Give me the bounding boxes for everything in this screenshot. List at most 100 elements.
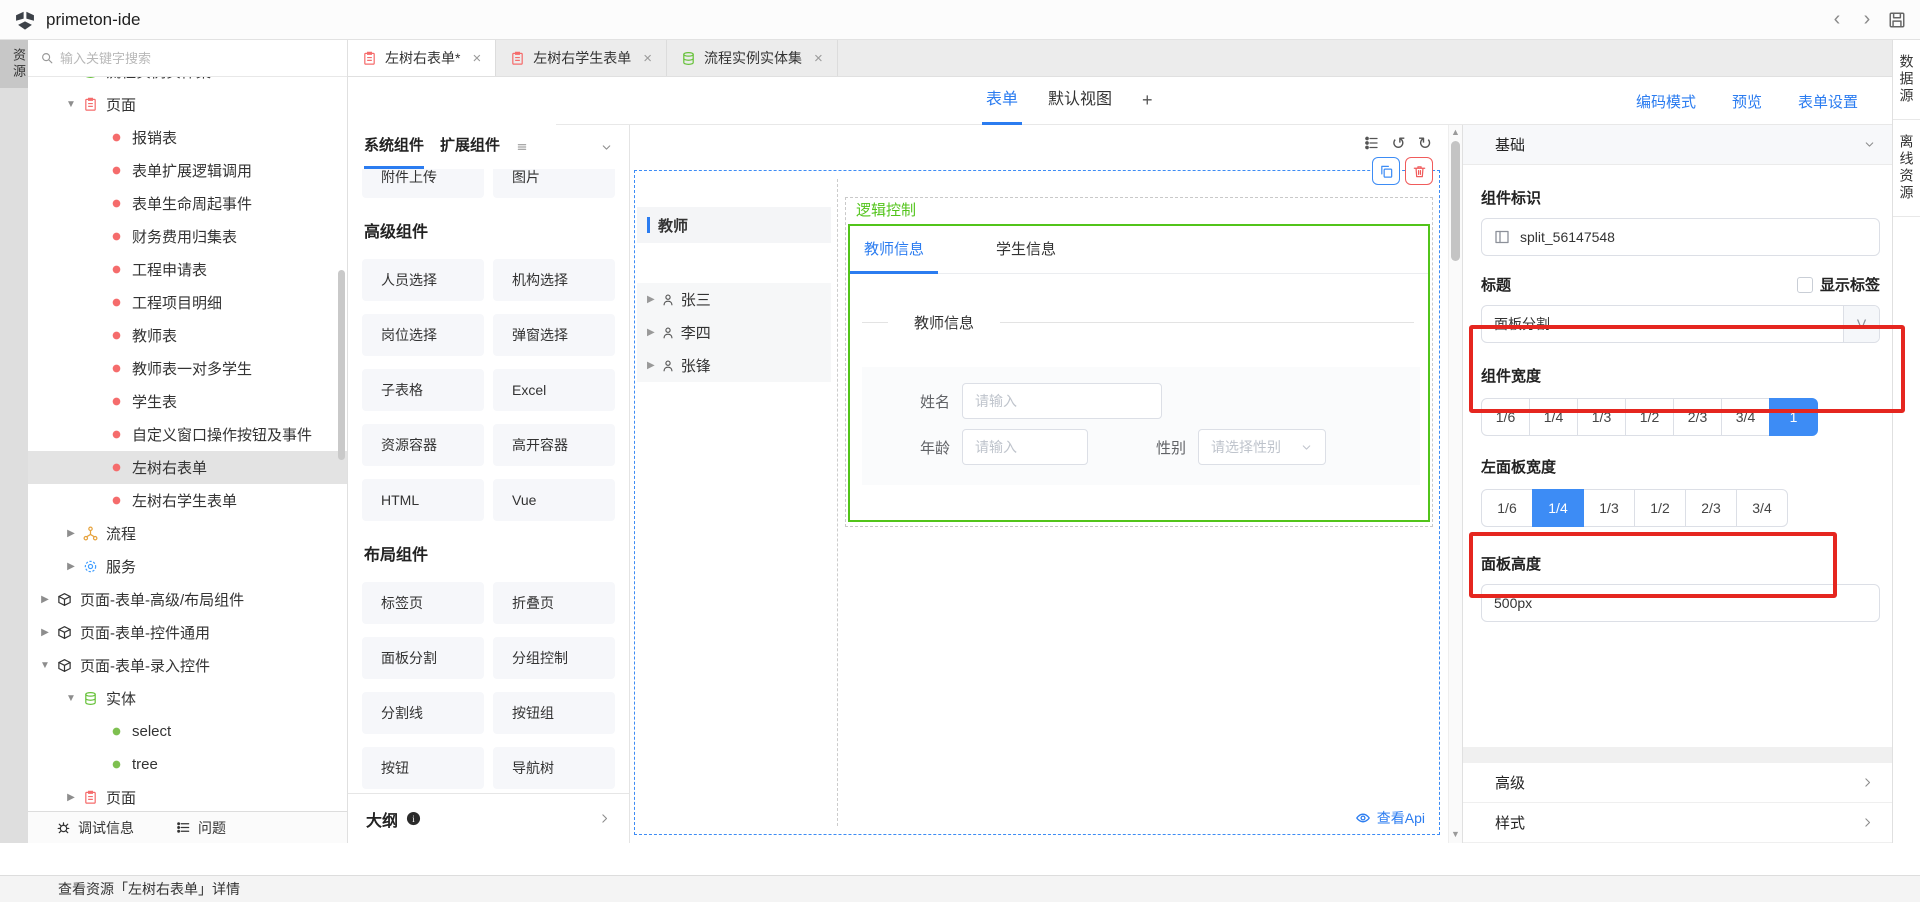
- component-width-option-1/2[interactable]: 1/2: [1625, 398, 1674, 436]
- doc-tab-左树右表单[interactable]: 左树右表单*×: [348, 40, 496, 76]
- palette-item-按钮组[interactable]: 按钮组: [493, 692, 615, 734]
- palette-tab-system[interactable]: 系统组件: [364, 125, 424, 169]
- palette-item-高开容器[interactable]: 高开容器: [493, 424, 615, 466]
- palette-item-附件上传[interactable]: 附件上传: [362, 169, 484, 198]
- view-api-link[interactable]: 查看Api: [1355, 808, 1425, 828]
- props-section-高级[interactable]: 高级: [1463, 763, 1892, 803]
- props-section-样式[interactable]: 样式: [1463, 803, 1892, 843]
- tree-item-页面[interactable]: ▼页面: [28, 88, 347, 121]
- gender-select[interactable]: 请选择性别: [1198, 429, 1326, 465]
- props-section-header[interactable]: 基础: [1463, 125, 1892, 165]
- palette-item-HTML[interactable]: HTML: [362, 479, 484, 521]
- palette-collapse-chevron-icon[interactable]: [600, 141, 613, 154]
- caret-right-icon[interactable]: ▶: [647, 360, 655, 371]
- palette-item-子表格[interactable]: 子表格: [362, 369, 484, 411]
- tree-item-select[interactable]: select: [28, 715, 347, 748]
- show-label-checkbox[interactable]: [1797, 277, 1813, 293]
- canvas-scrollbar-thumb[interactable]: [1451, 141, 1460, 261]
- undo-icon[interactable]: ↺: [1392, 135, 1406, 152]
- close-icon[interactable]: ×: [643, 50, 652, 67]
- delete-component-button[interactable]: [1405, 157, 1433, 185]
- palette-item-机构选择[interactable]: 机构选择: [493, 259, 615, 301]
- save-icon[interactable]: [1888, 11, 1906, 29]
- component-id-input[interactable]: split_56147548: [1481, 218, 1880, 256]
- age-input[interactable]: [962, 429, 1088, 465]
- scroll-up-arrow[interactable]: ▲: [1449, 127, 1462, 137]
- show-label-toggle[interactable]: 显示标签: [1797, 274, 1880, 295]
- name-input[interactable]: [962, 383, 1162, 419]
- tree-item-服务[interactable]: ▶服务: [28, 550, 347, 583]
- palette-item-折叠页[interactable]: 折叠页: [493, 582, 615, 624]
- tree-caret-icon[interactable]: ▶: [62, 528, 80, 539]
- age-input-control[interactable]: [975, 439, 1075, 455]
- tree-item-教师表一对多学生[interactable]: 教师表一对多学生: [28, 352, 347, 385]
- component-width-option-1[interactable]: 1: [1769, 398, 1818, 436]
- tree-caret-icon[interactable]: ▼: [62, 693, 80, 704]
- action-表单设置[interactable]: 表单设置: [1792, 91, 1858, 112]
- tab-teacher-info[interactable]: 教师信息: [856, 238, 932, 273]
- tree-item-左树右学生表单[interactable]: 左树右学生表单: [28, 484, 347, 517]
- teacher-node-张锋[interactable]: ▶张锋: [637, 349, 831, 382]
- tree-item-tree[interactable]: tree: [28, 748, 347, 781]
- palette-item-面板分割[interactable]: 面板分割: [362, 637, 484, 679]
- title-input[interactable]: 面板分割 V: [1481, 305, 1880, 343]
- add-view-button[interactable]: +: [1142, 77, 1153, 125]
- tree-caret-icon[interactable]: ▼: [36, 660, 54, 671]
- tree-item-流程实例实体集[interactable]: 流程实例实体集: [28, 77, 347, 88]
- caret-right-icon[interactable]: ▶: [647, 294, 655, 305]
- footer-item-调试信息[interactable]: 调试信息: [56, 818, 134, 838]
- tree-item-表单生命周起事件[interactable]: 表单生命周起事件: [28, 187, 347, 220]
- doc-tab-左树右学生表单[interactable]: 左树右学生表单×: [496, 40, 667, 76]
- tree-item-工程项目明细[interactable]: 工程项目明细: [28, 286, 347, 319]
- palette-item-岗位选择[interactable]: 岗位选择: [362, 314, 484, 356]
- tree-caret-icon[interactable]: ▼: [62, 99, 80, 110]
- palette-item-导航树[interactable]: 导航树: [493, 747, 615, 789]
- dock-离线资源[interactable]: 离线资源: [1893, 120, 1920, 217]
- component-width-option-1/3[interactable]: 1/3: [1577, 398, 1626, 436]
- action-编码模式[interactable]: 编码模式: [1630, 91, 1696, 112]
- tab-form[interactable]: 表单: [986, 77, 1018, 125]
- left-panel-width-option-2/3[interactable]: 2/3: [1685, 489, 1737, 527]
- split-panel-divider[interactable]: [837, 179, 838, 826]
- tree-item-自定义窗口操作按钮及事件[interactable]: 自定义窗口操作按钮及事件: [28, 418, 347, 451]
- tab-default-view[interactable]: 默认视图: [1048, 77, 1112, 125]
- palette-item-弹窗选择[interactable]: 弹窗选择: [493, 314, 615, 356]
- tree-item-页面-表单-高级/布局组件[interactable]: ▶页面-表单-高级/布局组件: [28, 583, 347, 616]
- tree-caret-icon[interactable]: ▶: [36, 627, 54, 638]
- palette-item-标签页[interactable]: 标签页: [362, 582, 484, 624]
- tab-student-info[interactable]: 学生信息: [988, 238, 1064, 273]
- palette-item-Excel[interactable]: Excel: [493, 369, 615, 411]
- palette-item-资源容器[interactable]: 资源容器: [362, 424, 484, 466]
- tree-caret-icon[interactable]: ▶: [36, 594, 54, 605]
- palette-item-分组控制[interactable]: 分组控制: [493, 637, 615, 679]
- left-panel-width-option-3/4[interactable]: 3/4: [1736, 489, 1788, 527]
- doc-tab-流程实例实体集[interactable]: 流程实例实体集×: [667, 40, 838, 76]
- tree-caret-icon[interactable]: ▶: [62, 561, 80, 572]
- caret-right-icon[interactable]: ▶: [647, 327, 655, 338]
- history-forward-button[interactable]: ›: [1852, 8, 1882, 31]
- left-panel-width-option-1/4[interactable]: 1/4: [1532, 489, 1584, 527]
- tree-caret-icon[interactable]: ▶: [62, 792, 80, 803]
- left-panel-width-option-1/3[interactable]: 1/3: [1583, 489, 1635, 527]
- close-icon[interactable]: ×: [472, 50, 481, 67]
- tree-item-教师表[interactable]: 教师表: [28, 319, 347, 352]
- tree-item-流程[interactable]: ▶流程: [28, 517, 347, 550]
- teacher-node-李四[interactable]: ▶李四: [637, 316, 831, 349]
- sidebar-scrollbar-thumb[interactable]: [338, 270, 345, 460]
- tree-item-左树右表单[interactable]: 左树右表单: [28, 451, 347, 484]
- copy-component-button[interactable]: [1372, 157, 1400, 185]
- search-input[interactable]: [60, 51, 309, 66]
- tree-item-表单扩展逻辑调用[interactable]: 表单扩展逻辑调用: [28, 154, 347, 187]
- tree-item-报销表[interactable]: 报销表: [28, 121, 347, 154]
- outline-tree-icon[interactable]: [1364, 135, 1380, 152]
- palette-item-按钮[interactable]: 按钮: [362, 747, 484, 789]
- component-width-option-2/3[interactable]: 2/3: [1673, 398, 1722, 436]
- name-input-control[interactable]: [975, 393, 1149, 409]
- palette-item-Vue[interactable]: Vue: [493, 479, 615, 521]
- tree-item-页面-表单-录入控件[interactable]: ▼页面-表单-录入控件: [28, 649, 347, 682]
- history-back-button[interactable]: ‹: [1822, 8, 1852, 31]
- outline-bar[interactable]: 大纲 i: [348, 793, 629, 843]
- dock-数据源[interactable]: 数据源: [1893, 40, 1920, 120]
- redo-icon[interactable]: ↻: [1418, 135, 1432, 152]
- component-width-option-1/6[interactable]: 1/6: [1481, 398, 1530, 436]
